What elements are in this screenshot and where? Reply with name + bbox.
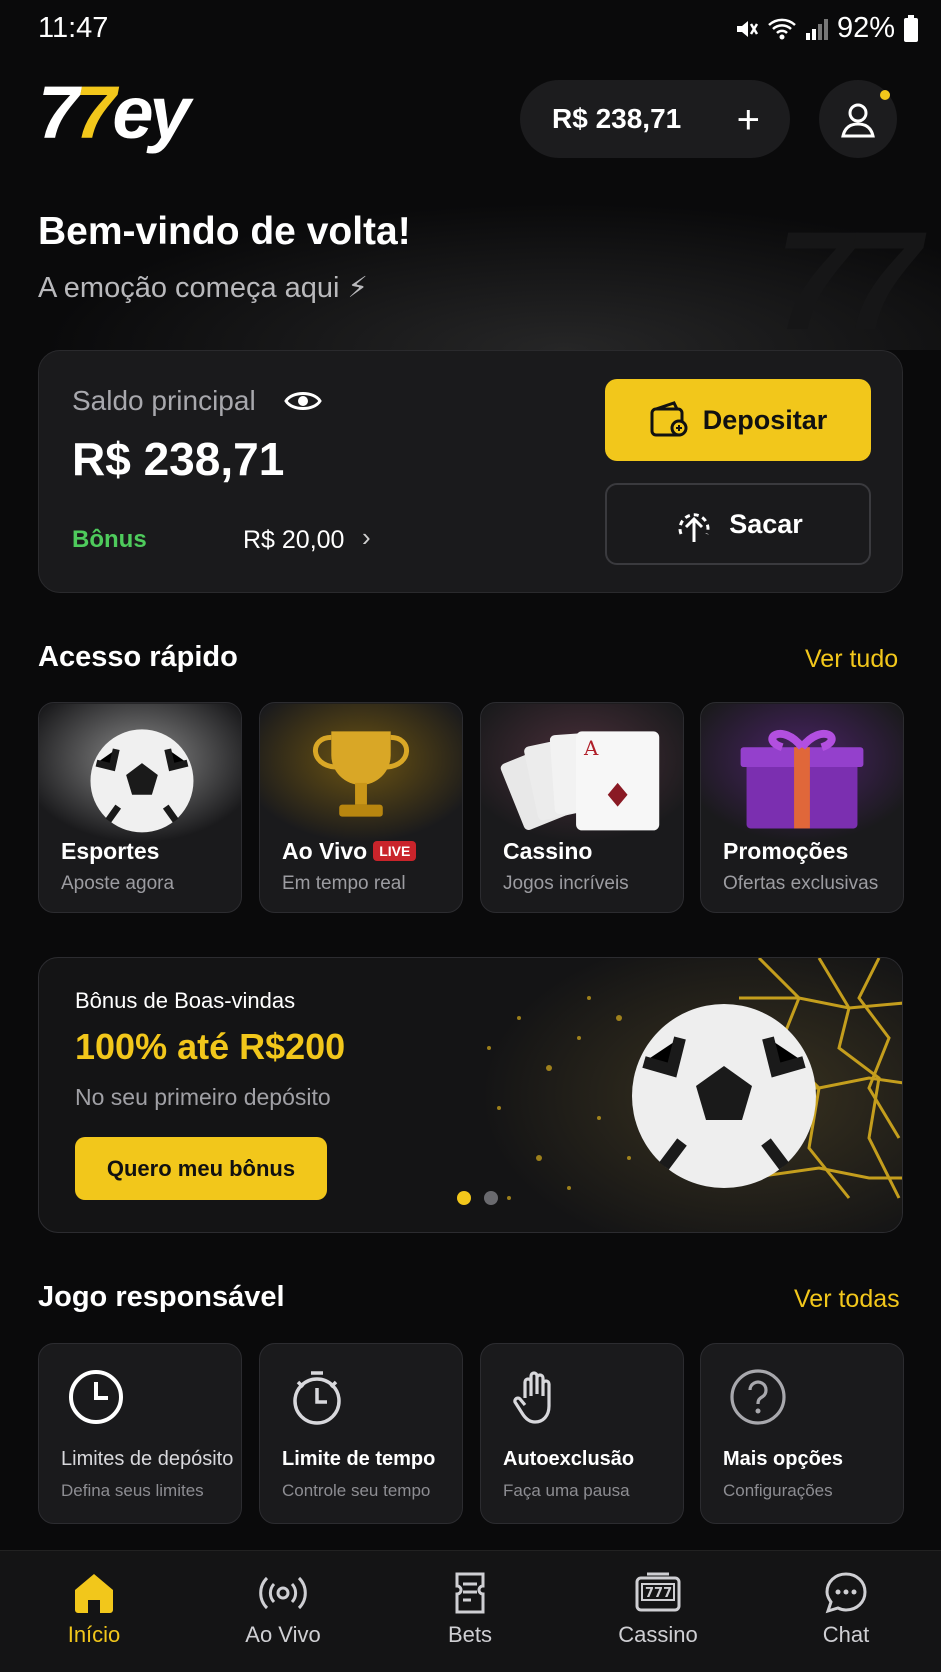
quick-tile-esportes[interactable]: Esportes Aposte agora — [38, 702, 242, 913]
tile-title: Mais opções — [723, 1448, 844, 1470]
tile-subtitle: Em tempo real — [282, 873, 406, 894]
balance-label: Saldo principal — [72, 385, 256, 416]
nav-inicio[interactable]: Início — [24, 1570, 164, 1648]
soccer-ball-icon — [39, 703, 241, 843]
tile-subtitle: Ofertas exclusivas — [723, 873, 879, 894]
promo-headline: 100% até R$200 — [75, 1026, 346, 1067]
tile-title: Autoexclusão — [503, 1448, 635, 1470]
slot-machine-icon: 777 — [635, 1572, 681, 1612]
mute-icon — [736, 20, 759, 37]
stopwatch-icon — [293, 1371, 341, 1425]
status-icons: 92% — [733, 12, 919, 45]
user-icon — [841, 103, 875, 138]
battery-icon — [904, 14, 918, 42]
responsible-see-all[interactable]: Ver todas — [794, 1285, 900, 1314]
battery-percent: 92% — [836, 12, 895, 44]
nav-label: Chat — [822, 1622, 870, 1647]
tile-title: Cassino — [503, 838, 593, 864]
tile-subtitle: Jogos incríveis — [503, 873, 629, 894]
quick-tile-ao-vivo[interactable]: Ao Vivo LIVE Em tempo real — [259, 702, 463, 913]
tile-subtitle: Defina seus limites — [61, 1481, 204, 1500]
withdraw-label: Sacar — [729, 508, 803, 539]
quick-tile-cassino[interactable]: A Cassino Jogos incríveis — [480, 702, 684, 913]
broadcast-icon — [259, 1576, 307, 1610]
signal-icon — [805, 18, 828, 40]
svg-text:777: 777 — [645, 1586, 672, 1601]
logo-seven-b: 7 — [75, 71, 116, 154]
tile-title: Ao Vivo LIVE — [282, 838, 417, 865]
tile-title: Limite de tempo — [282, 1448, 436, 1470]
chat-icon — [825, 1572, 867, 1614]
plus-icon: + — [736, 98, 760, 142]
nav-bets[interactable]: Bets — [400, 1570, 540, 1648]
quick-access-title: Acesso rápido — [38, 641, 238, 673]
bonus-value[interactable]: R$ 20,00 — [243, 526, 344, 555]
responsible-tile-time-limit[interactable]: Limite de tempo Controle seu tempo — [259, 1343, 463, 1524]
notification-dot — [880, 90, 890, 100]
responsible-title: Jogo responsável — [38, 1281, 285, 1313]
responsible-tile-deposit-limits[interactable]: Limites de depósito Defina seus limites — [38, 1343, 242, 1524]
deposit-button[interactable]: Depositar — [605, 379, 871, 461]
question-icon — [730, 1369, 786, 1425]
trophy-icon — [260, 703, 462, 843]
carousel-dot-active[interactable] — [457, 1191, 471, 1205]
bonus-label: Bônus — [72, 526, 147, 553]
promo-label: Bônus de Boas-vindas — [75, 988, 296, 1013]
logo-ey: ey — [112, 71, 190, 154]
gift-box-icon — [701, 703, 903, 843]
deposit-label: Depositar — [702, 404, 828, 435]
header-balance-button[interactable]: R$ 238,71 + — [520, 80, 790, 158]
upload-icon — [678, 513, 710, 542]
status-time: 11:47 — [38, 12, 109, 44]
clock-icon — [69, 1370, 123, 1424]
withdraw-button[interactable]: Sacar — [605, 483, 871, 565]
eye-icon[interactable] — [284, 384, 322, 418]
hand-icon — [513, 1371, 551, 1424]
chevron-right-icon[interactable]: › — [362, 522, 371, 553]
tile-subtitle: Faça uma pausa — [503, 1481, 630, 1500]
welcome-tagline: A emoção começa aqui ⚡ — [38, 272, 368, 304]
nav-ao-vivo[interactable]: Ao Vivo — [213, 1570, 353, 1648]
header-balance: R$ 238,71 — [552, 103, 682, 134]
tile-subtitle: Controle seu tempo — [282, 1481, 431, 1500]
nav-label: Ao Vivo — [245, 1622, 321, 1647]
home-icon — [75, 1574, 113, 1613]
tile-title: Limites de depósito — [61, 1448, 234, 1470]
playing-cards-icon: A — [481, 703, 683, 843]
responsible-tile-more-options[interactable]: Mais opções Configurações — [700, 1343, 904, 1524]
tile-title-text: Ao Vivo — [282, 838, 368, 864]
promo-subtitle: No seu primeiro depósito — [75, 1084, 331, 1110]
logo-seven-a: 7 — [38, 71, 79, 154]
wallet-icon — [650, 401, 688, 437]
nav-label: Início — [67, 1622, 121, 1647]
soccer-ball-net-image — [459, 958, 902, 1232]
nav-cassino[interactable]: 777 Cassino — [588, 1570, 728, 1648]
wifi-icon — [768, 18, 796, 39]
responsible-tile-self-exclusion[interactable]: Autoexclusão Faça uma pausa — [480, 1343, 684, 1524]
svg-text:A: A — [583, 737, 599, 760]
welcome-title: Bem-vindo de volta! — [38, 210, 411, 253]
tile-title: Promoções — [723, 838, 849, 864]
quick-access-see-all[interactable]: Ver tudo — [805, 645, 898, 674]
background-watermark: 77 — [775, 202, 921, 359]
app-logo[interactable]: 77ey — [38, 76, 191, 150]
balance-value: R$ 238,71 — [72, 433, 285, 485]
live-badge: LIVE — [373, 841, 417, 861]
nav-label: Cassino — [618, 1622, 698, 1647]
tile-subtitle: Aposte agora — [61, 873, 175, 894]
quick-tile-promocoes[interactable]: Promoções Ofertas exclusivas — [700, 702, 904, 913]
carousel-dot[interactable] — [484, 1191, 498, 1205]
claim-bonus-button[interactable]: Quero meu bônus — [75, 1137, 327, 1200]
ticket-icon — [455, 1572, 485, 1614]
nav-chat[interactable]: Chat — [776, 1570, 916, 1648]
tile-title: Esportes — [61, 838, 160, 864]
tile-subtitle: Configurações — [723, 1481, 833, 1500]
nav-label: Bets — [447, 1622, 493, 1647]
